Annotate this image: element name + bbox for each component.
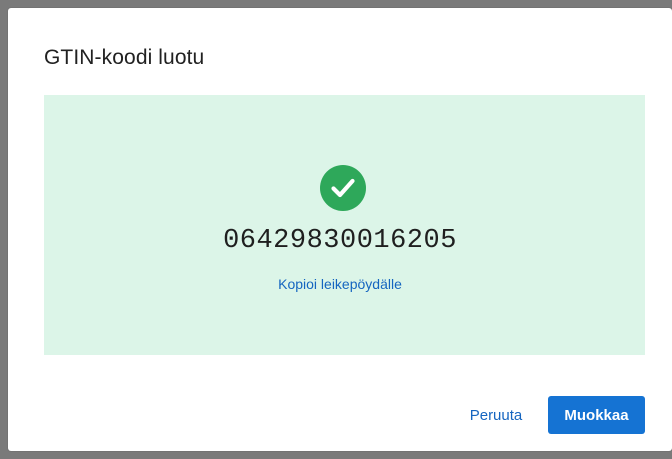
copy-to-clipboard-link[interactable]: Kopioi leikepöydälle	[8, 276, 672, 292]
screen: GTIN-koodi luotu 06429830016205 Kopioi l…	[0, 0, 672, 459]
checkmark-glyph	[331, 178, 355, 198]
success-panel	[44, 95, 645, 355]
gtin-created-dialog: GTIN-koodi luotu 06429830016205 Kopioi l…	[8, 8, 672, 451]
gtin-code: 06429830016205	[223, 226, 457, 256]
cancel-button[interactable]: Peruuta	[455, 396, 537, 434]
edit-button[interactable]: Muokkaa	[548, 396, 645, 434]
dialog-title: GTIN-koodi luotu	[44, 46, 205, 69]
check-circle-icon	[320, 165, 366, 211]
